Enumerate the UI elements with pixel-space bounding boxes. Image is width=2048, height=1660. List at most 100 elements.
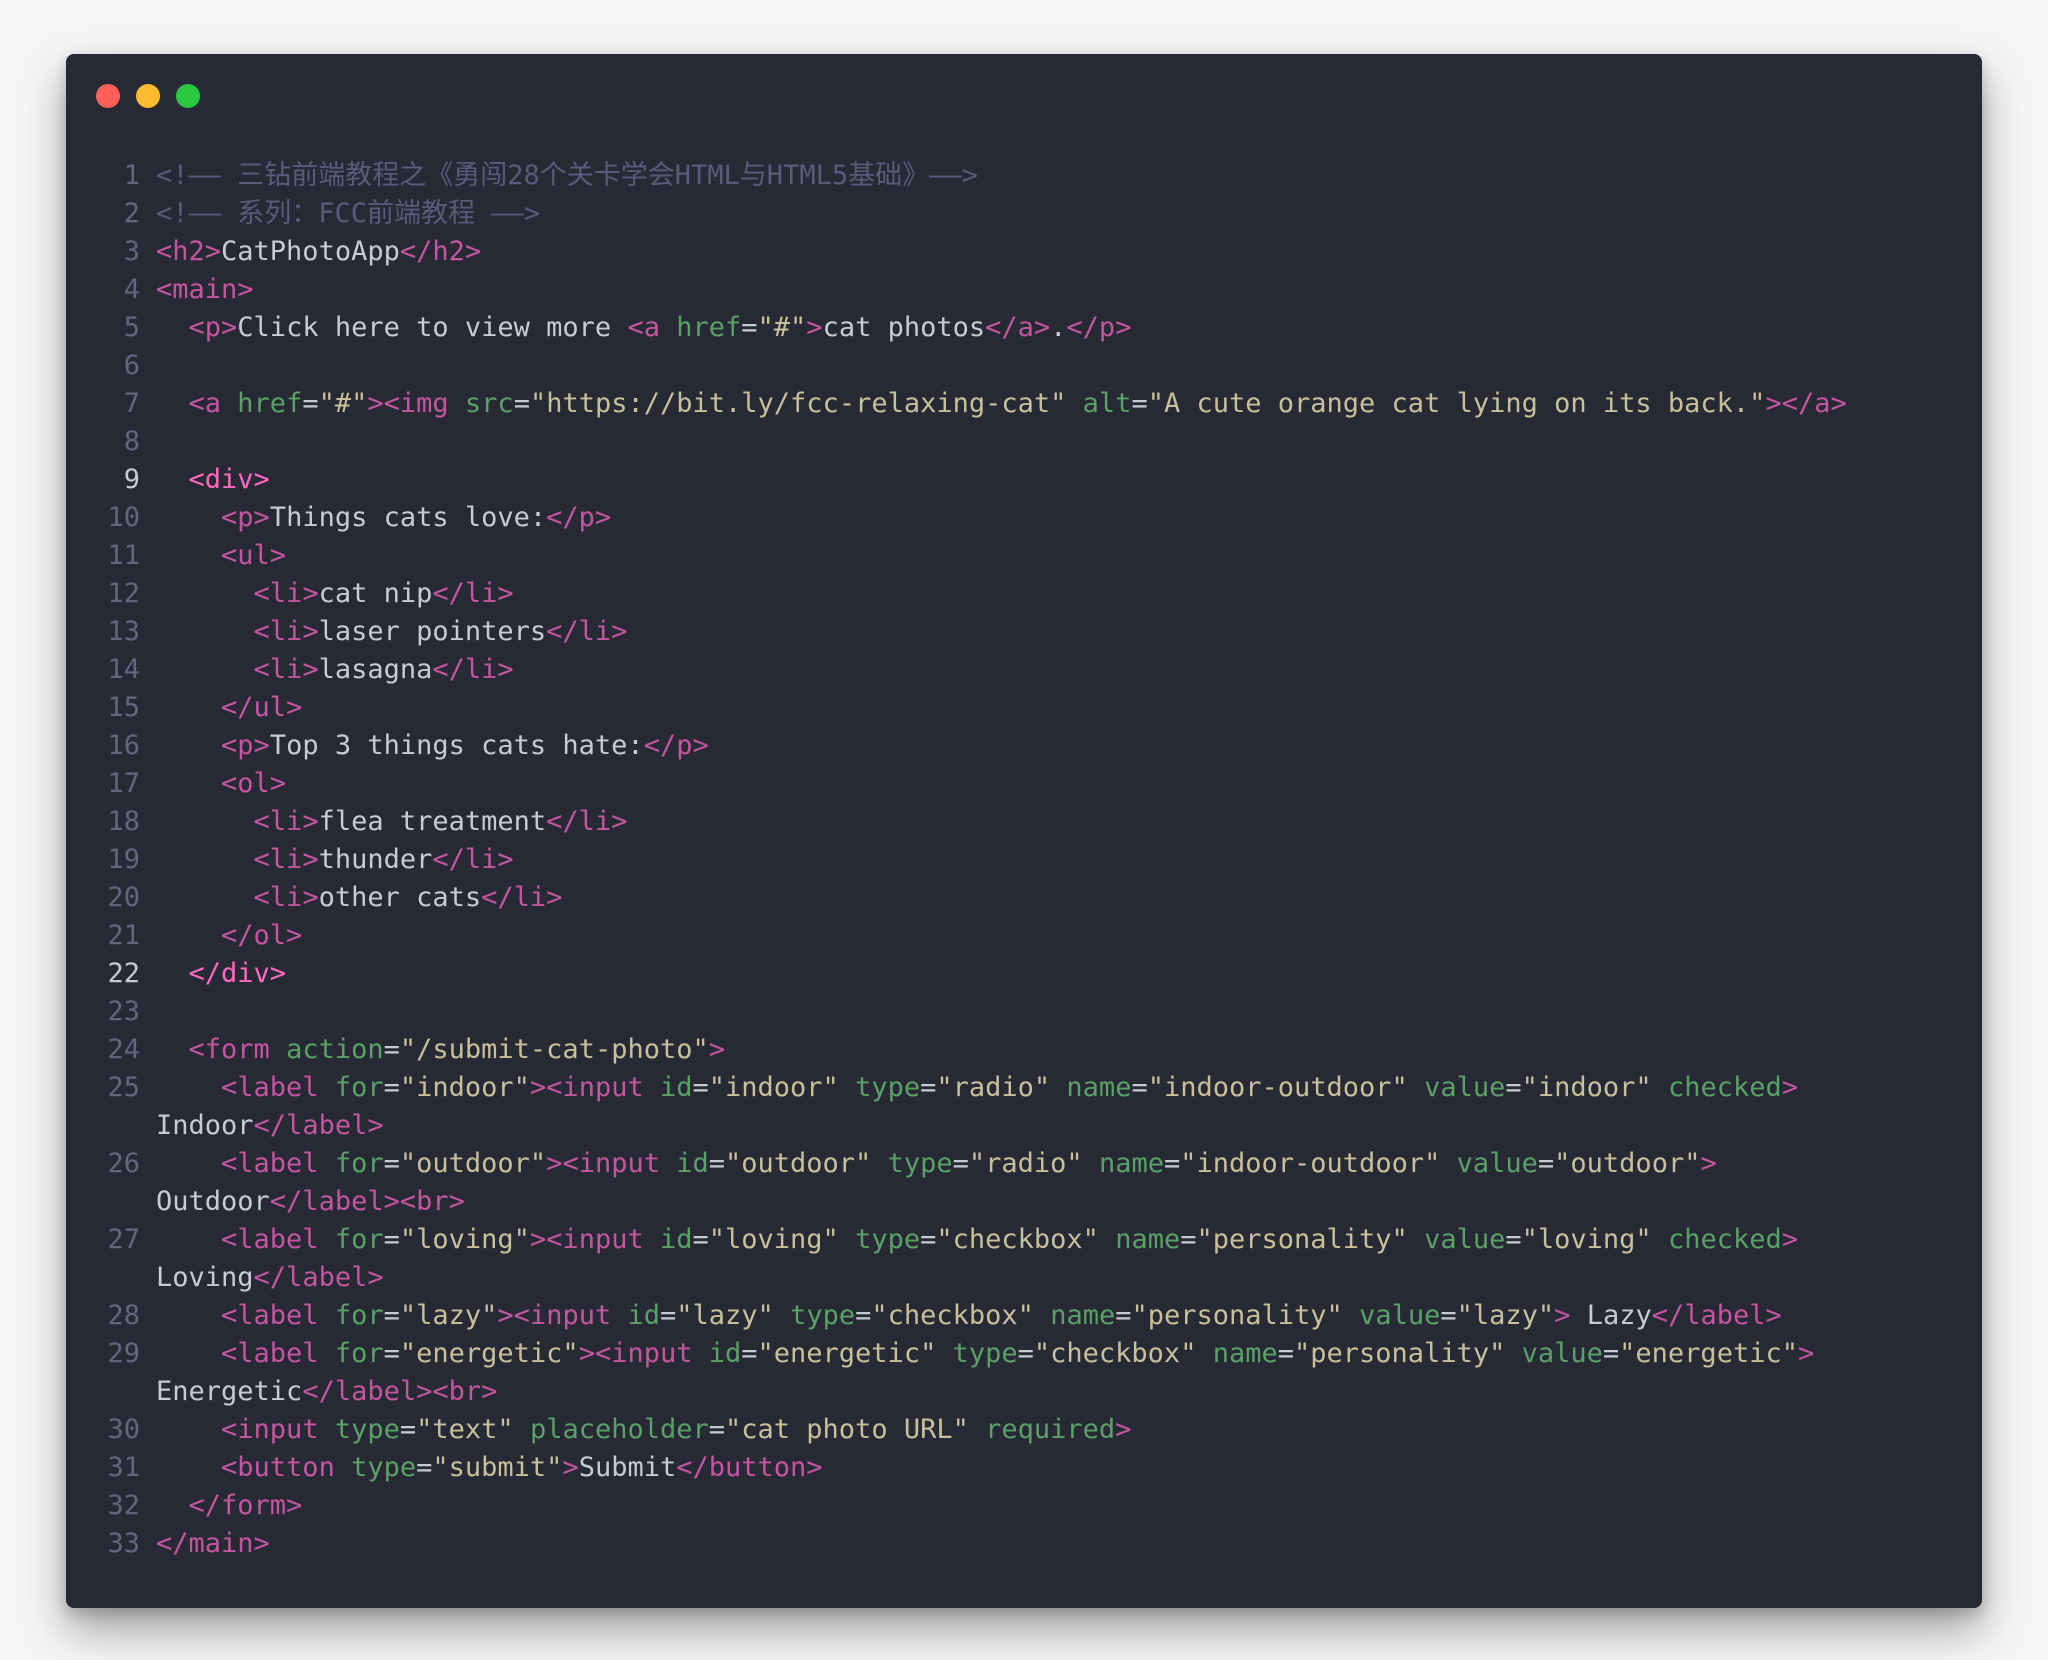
line-content: <label for="indoor"><input id="indoor" t…: [156, 1069, 1966, 1145]
punctuation-token: =: [383, 1338, 400, 1369]
code-line[interactable]: 20 <li>other cats</li>: [66, 879, 1982, 917]
code-line[interactable]: 14 <li>lasagna</li>: [66, 651, 1982, 689]
code-line[interactable]: 2 <!—— 系列：FCC前端教程 ——>: [66, 195, 1982, 233]
tag-token: <li>: [253, 578, 319, 609]
line-number: 24: [107, 1034, 140, 1065]
tag-token: <h2>: [156, 236, 222, 267]
tag-token: </main>: [156, 1528, 270, 1559]
close-button[interactable]: [96, 84, 120, 108]
line-number: 33: [107, 1528, 140, 1559]
code-line[interactable]: 21 </ol>: [66, 917, 1982, 955]
value-token: "checkbox": [1033, 1338, 1197, 1369]
tag-token: </p>: [1066, 312, 1132, 343]
value-token: "personality": [1131, 1300, 1343, 1331]
code-line[interactable]: 10 <p>Things cats love:</p>: [66, 499, 1982, 537]
code-line[interactable]: 9 <div>: [66, 461, 1982, 499]
code-line[interactable]: 32 </form>: [66, 1487, 1982, 1525]
code-line[interactable]: 24 <form action="/submit-cat-photo">: [66, 1031, 1982, 1069]
code-line[interactable]: 18 <li>flea treatment</li>: [66, 803, 1982, 841]
attribute-token: id: [708, 1338, 742, 1369]
value-token: "indoor-outdoor": [1180, 1148, 1441, 1179]
attribute-token: value: [1424, 1224, 1506, 1255]
line-content: <!—— 三钻前端教程之《勇闯28个关卡学会HTML与HTML5基础》——>: [156, 157, 1966, 195]
value-token: "indoor-outdoor": [1147, 1072, 1408, 1103]
tag-token: <ul>: [221, 540, 287, 571]
tag-token: <main>: [156, 274, 254, 305]
punctuation-token: =: [383, 1148, 400, 1179]
punctuation-token: =: [1017, 1338, 1034, 1369]
text-token: Click here to view more: [237, 312, 628, 343]
code-line[interactable]: 17 <ol>: [66, 765, 1982, 803]
code-line[interactable]: 26 <label for="outdoor"><input id="outdo…: [66, 1145, 1982, 1221]
text-token: cat photos: [822, 312, 986, 343]
code-line[interactable]: 3 <h2>CatPhotoApp</h2>: [66, 233, 1982, 271]
code-editor[interactable]: 1 <!—— 三钻前端教程之《勇闯28个关卡学会HTML与HTML5基础》——> 2…: [66, 157, 1982, 1563]
value-token: "indoor": [399, 1072, 530, 1103]
punctuation-token: =: [708, 1414, 726, 1445]
code-line[interactable]: 15 </ul>: [66, 689, 1982, 727]
code-line[interactable]: 31 <button type="submit">Submit</button>: [66, 1449, 1982, 1487]
tag-token: <p>: [188, 312, 238, 343]
tag-token: >: [1781, 1072, 1798, 1103]
line-content: <main>: [156, 271, 1966, 309]
tag-token: </label>: [1651, 1300, 1782, 1331]
minimize-button[interactable]: [136, 84, 160, 108]
code-line[interactable]: 23 ​: [66, 993, 1982, 1031]
punctuation-token: =: [1277, 1338, 1295, 1369]
attribute-token: name: [1115, 1224, 1181, 1255]
code-line[interactable]: 19 <li>thunder</li>: [66, 841, 1982, 879]
code-line[interactable]: 27 <label for="loving"><input id="loving…: [66, 1221, 1982, 1297]
tag-token: <div>: [188, 464, 270, 495]
text-token: CatPhotoApp: [221, 236, 400, 267]
code-line[interactable]: 28 <label for="lazy"><input id="lazy" ty…: [66, 1297, 1982, 1335]
attribute-token: type: [855, 1072, 921, 1103]
code-line[interactable]: 13 <li>laser pointers</li>: [66, 613, 1982, 651]
code-line[interactable]: 4 <main>: [66, 271, 1982, 309]
line-content: <label for="outdoor"><input id="outdoor"…: [156, 1145, 1966, 1221]
code-line[interactable]: 29 <label for="energetic"><input id="ene…: [66, 1335, 1982, 1411]
code-line[interactable]: 5 <p>Click here to view more <a href="#"…: [66, 309, 1982, 347]
code-line[interactable]: 25 <label for="indoor"><input id="indoor…: [66, 1069, 1982, 1145]
value-token: "personality": [1294, 1338, 1506, 1369]
attribute-token: value: [1424, 1072, 1506, 1103]
code-line[interactable]: 30 <input type="text" placeholder="cat p…: [66, 1411, 1982, 1449]
code-line[interactable]: 8​: [66, 423, 1982, 461]
code-line[interactable]: 22 </div>: [66, 955, 1982, 993]
code-line[interactable]: 11 <ul>: [66, 537, 1982, 575]
line-number: 31: [107, 1452, 140, 1483]
code-line[interactable]: 12 <li>cat nip</li>: [66, 575, 1982, 613]
value-token: "lazy": [676, 1300, 774, 1331]
tag-token: ><input: [497, 1300, 628, 1331]
tag-token: </label>: [253, 1110, 384, 1141]
tag-token: </li>: [432, 844, 514, 875]
code-line[interactable]: 33 </main>: [66, 1525, 1982, 1563]
value-token: "loving": [1521, 1224, 1652, 1255]
line-content: <li>flea treatment</li>: [156, 803, 1966, 841]
tag-token: </button>: [676, 1452, 823, 1483]
code-line[interactable]: 7 <a href="#"><img src="https://bit.ly/f…: [66, 385, 1982, 423]
line-number: 2: [123, 198, 140, 229]
code-line[interactable]: 6​: [66, 347, 1982, 385]
value-token: "loving": [708, 1224, 839, 1255]
code-line[interactable]: 16 <p>Top 3 things cats hate:</p>: [66, 727, 1982, 765]
attribute-token: type: [855, 1224, 921, 1255]
line-content: <li>laser pointers</li>: [156, 613, 1966, 651]
attribute-token: id: [659, 1072, 693, 1103]
line-number: 26: [107, 1148, 140, 1179]
tag-token: <a: [627, 312, 677, 343]
code-line[interactable]: 1 <!—— 三钻前端教程之《勇闯28个关卡学会HTML与HTML5基础》——>: [66, 157, 1982, 195]
line-content: </div>: [156, 955, 1966, 993]
attribute-token: checked: [1667, 1072, 1782, 1103]
zoom-button[interactable]: [176, 84, 200, 108]
